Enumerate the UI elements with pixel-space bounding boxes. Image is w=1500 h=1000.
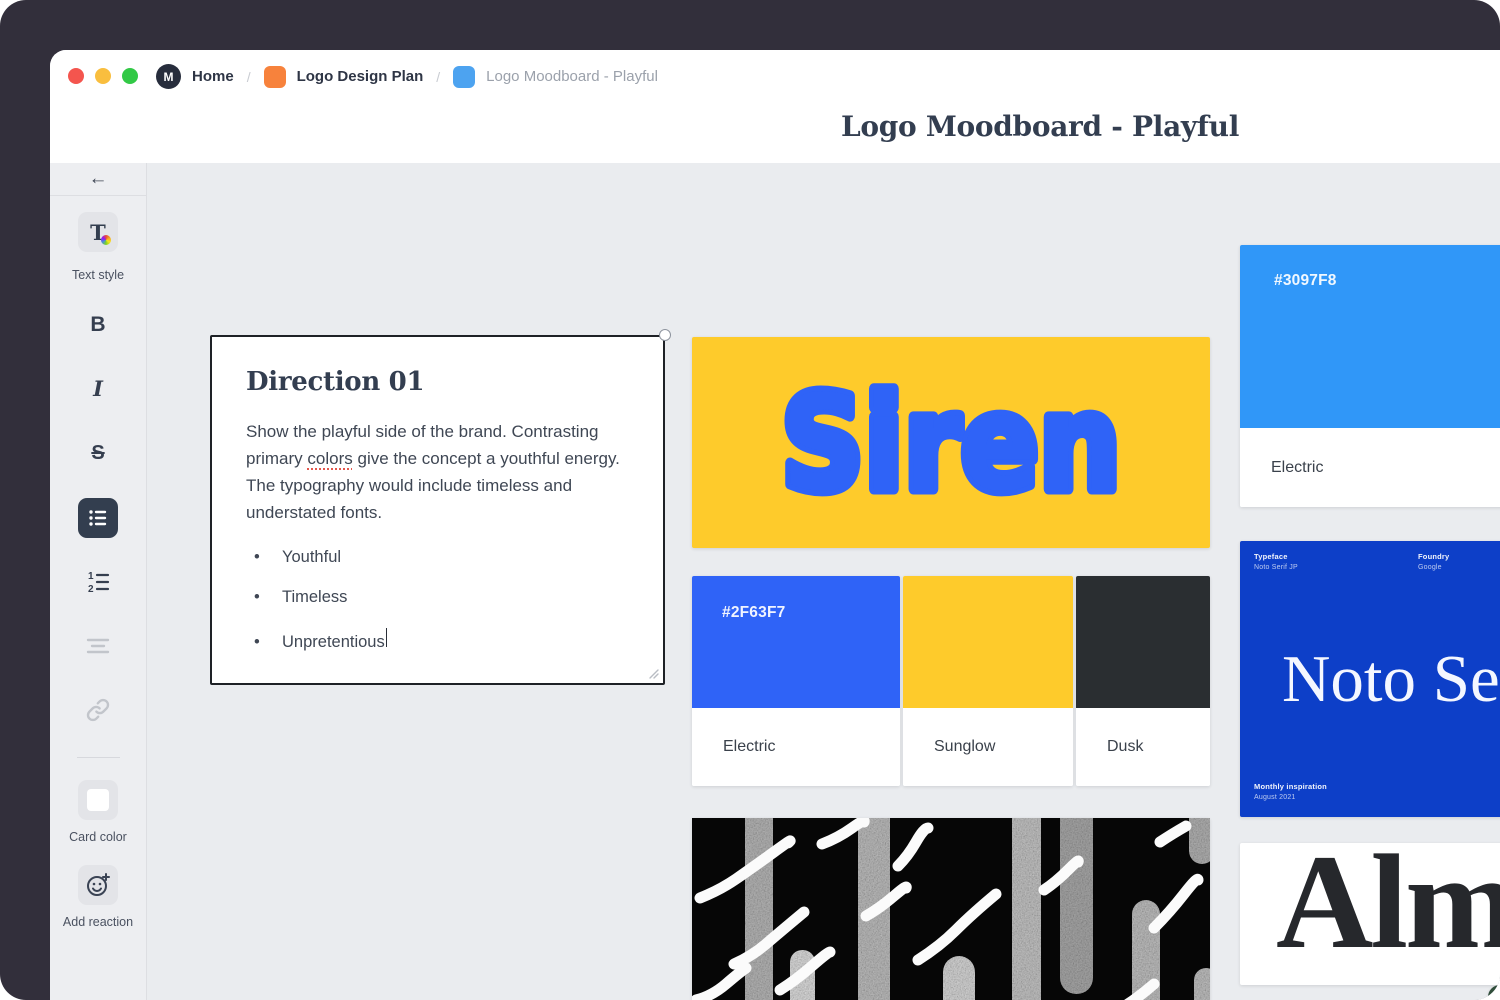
formatting-toolbar: ← T Text style B I S bbox=[50, 163, 147, 1000]
svg-text:Siren: Siren bbox=[781, 367, 1121, 521]
window-controls bbox=[68, 68, 138, 84]
bullet-list: •Youthful •Timeless •Unpretentious bbox=[246, 548, 629, 652]
breadcrumb-current-board: Logo Moodboard - Playful bbox=[486, 68, 658, 85]
color-wheel-icon bbox=[101, 235, 111, 245]
text-cursor bbox=[386, 628, 388, 647]
numbered-list-icon: 1 2 bbox=[85, 569, 111, 595]
board-icon-blue[interactable] bbox=[453, 66, 475, 88]
misspelled-word: colors bbox=[307, 449, 352, 468]
strikethrough-button[interactable]: S bbox=[91, 441, 104, 465]
bullet-list-icon bbox=[86, 506, 110, 530]
text-style-button[interactable]: T bbox=[78, 212, 118, 252]
app-logo-icon[interactable]: M bbox=[156, 64, 181, 89]
minimize-window-button[interactable] bbox=[95, 68, 111, 84]
color-swatch bbox=[903, 576, 1073, 708]
add-reaction-label: Add reaction bbox=[63, 915, 133, 929]
zoom-window-button[interactable] bbox=[122, 68, 138, 84]
color-swatch bbox=[1076, 576, 1210, 708]
board-canvas[interactable]: Direction 01 Show the playful side of th… bbox=[148, 163, 1500, 1000]
foundry-meta: Foundry Google bbox=[1418, 552, 1449, 571]
list-item: •Youthful bbox=[246, 548, 629, 567]
card-heading: Direction 01 bbox=[246, 367, 629, 397]
card-color-button[interactable] bbox=[78, 780, 118, 820]
svg-text:2: 2 bbox=[88, 584, 94, 595]
color-swatch: #3097F8 bbox=[1240, 245, 1500, 428]
card-color-label: Card color bbox=[69, 830, 127, 844]
italic-button[interactable]: I bbox=[93, 377, 103, 401]
siren-logo-card[interactable]: Siren bbox=[692, 337, 1210, 548]
app-window: M Home / Logo Design Plan / Logo Moodboa… bbox=[50, 50, 1500, 1000]
breadcrumb-parent-board-link[interactable]: Logo Design Plan bbox=[297, 68, 424, 85]
hex-value: #3097F8 bbox=[1274, 272, 1337, 290]
typography-sample-text: Alm bbox=[1276, 843, 1500, 980]
pattern-image bbox=[692, 818, 1210, 1000]
titlebar: M Home / Logo Design Plan / Logo Moodboa… bbox=[50, 50, 1500, 163]
color-swatch: #2F63F7 bbox=[692, 576, 900, 708]
resize-handle[interactable] bbox=[646, 666, 660, 680]
toolbar-divider bbox=[77, 757, 120, 758]
bullet-list-button[interactable] bbox=[78, 498, 118, 538]
breadcrumb-home-link[interactable]: Home bbox=[192, 68, 234, 85]
link-button[interactable] bbox=[85, 697, 111, 729]
color-swatch-card-electric-light[interactable]: #3097F8 Electric bbox=[1240, 245, 1500, 507]
alignment-icon bbox=[86, 635, 110, 657]
color-swatch-card-electric[interactable]: #2F63F7 Electric bbox=[692, 576, 900, 786]
text-style-label: Text style bbox=[72, 268, 124, 282]
card-color-swatch-icon bbox=[87, 789, 109, 811]
hex-value: #2F63F7 bbox=[722, 604, 785, 622]
list-item: •Unpretentious bbox=[246, 628, 629, 652]
typography-sample-card[interactable]: Alm bbox=[1240, 843, 1500, 985]
typeface-meta: Typeface Noto Serif JP bbox=[1254, 552, 1298, 571]
list-item: •Timeless bbox=[246, 588, 629, 607]
typeface-inspiration-card[interactable]: Typeface Noto Serif JP Foundry Google No… bbox=[1240, 541, 1500, 817]
swatch-name: Electric bbox=[1240, 428, 1500, 507]
green-card-peek[interactable] bbox=[1488, 985, 1500, 1000]
siren-logo-image: Siren bbox=[692, 337, 1210, 548]
swatch-name: Dusk bbox=[1076, 708, 1210, 786]
breadcrumb: M Home / Logo Design Plan / Logo Moodboa… bbox=[156, 64, 658, 89]
color-swatch-card-dusk[interactable]: Dusk bbox=[1076, 576, 1210, 786]
bold-button[interactable]: B bbox=[90, 313, 105, 337]
pattern-image-card[interactable] bbox=[692, 818, 1210, 1000]
footer-meta: Monthly inspiration August 2021 bbox=[1254, 782, 1327, 801]
numbered-list-button[interactable]: 1 2 bbox=[85, 569, 111, 600]
back-button[interactable]: ← bbox=[50, 163, 146, 196]
desktop-background: M Home / Logo Design Plan / Logo Moodboa… bbox=[0, 0, 1500, 1000]
direction-text-card[interactable]: Direction 01 Show the playful side of th… bbox=[210, 335, 665, 685]
typeface-sample-text: Noto Se bbox=[1282, 641, 1500, 718]
color-swatch-card-sunglow[interactable]: Sunglow bbox=[903, 576, 1073, 786]
board-icon-orange[interactable] bbox=[264, 66, 286, 88]
card-body-text: Show the playful side of the brand. Cont… bbox=[246, 418, 629, 526]
board-title[interactable]: Logo Moodboard - Playful bbox=[841, 110, 1239, 143]
svg-text:1: 1 bbox=[88, 571, 94, 582]
selection-handle[interactable] bbox=[659, 329, 671, 341]
swatch-name: Sunglow bbox=[903, 708, 1073, 786]
add-reaction-button[interactable] bbox=[78, 865, 118, 905]
back-arrow-icon: ← bbox=[89, 168, 108, 190]
close-window-button[interactable] bbox=[68, 68, 84, 84]
swatch-name: Electric bbox=[692, 708, 900, 786]
add-reaction-icon bbox=[85, 872, 111, 898]
alignment-button[interactable] bbox=[86, 635, 110, 663]
breadcrumb-separator: / bbox=[434, 69, 442, 85]
breadcrumb-separator: / bbox=[245, 69, 253, 85]
link-icon bbox=[85, 697, 111, 723]
